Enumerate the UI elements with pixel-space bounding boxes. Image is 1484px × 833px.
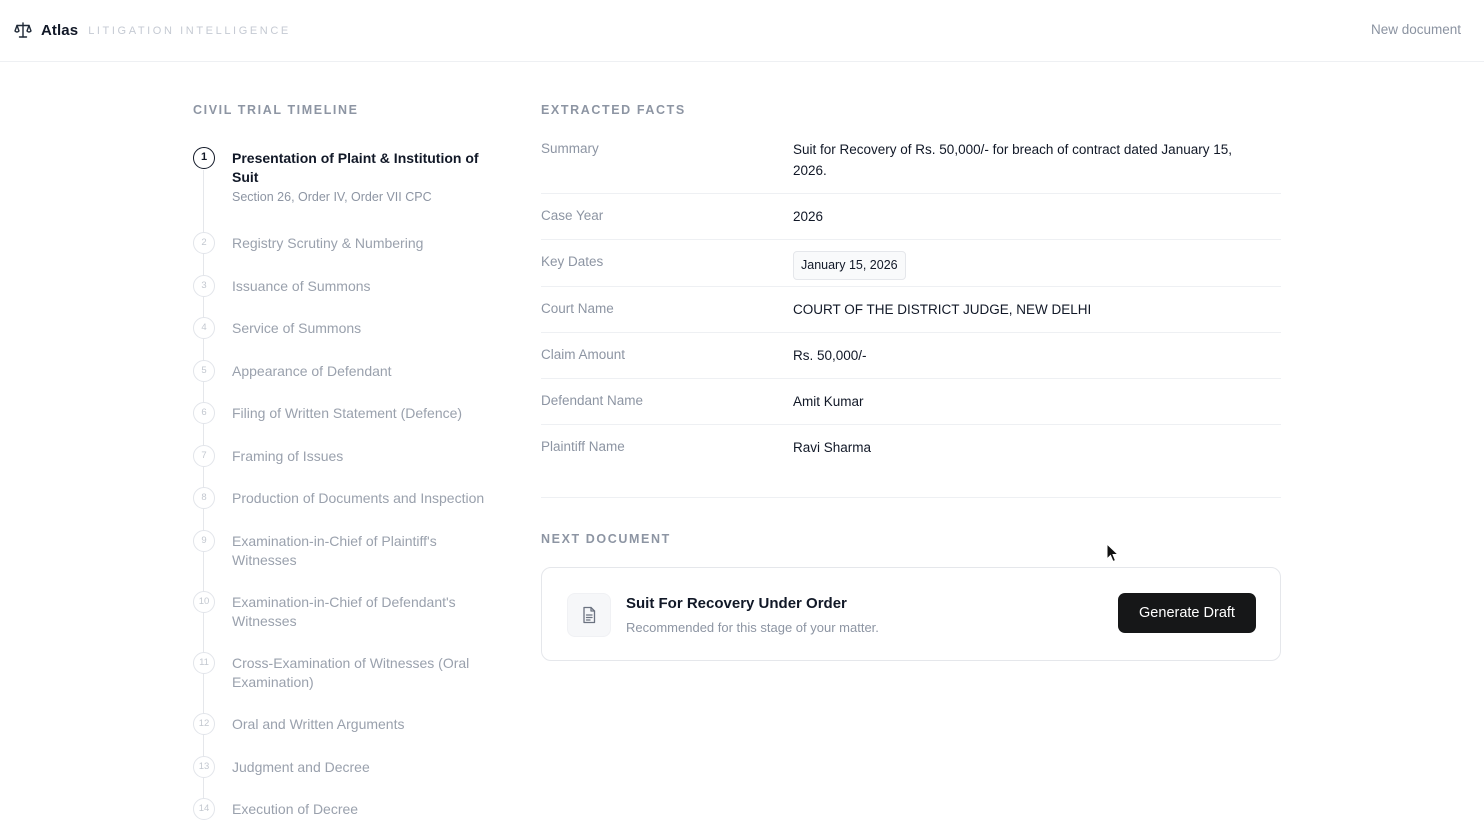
step-number: 2: [193, 232, 215, 254]
fact-value: Rs. 50,000/-: [793, 348, 867, 363]
fact-row-plaintiff-name: Plaintiff Name Ravi Sharma: [541, 425, 1281, 471]
step-number: 14: [193, 798, 215, 820]
step-number: 11: [193, 652, 215, 674]
step-label: Cross-Examination of Witnesses (Oral Exa…: [232, 655, 470, 690]
fact-key: Defendant Name: [541, 393, 644, 408]
step-label: Filing of Written Statement (Defence): [232, 405, 463, 421]
brand[interactable]: Atlas LITIGATION INTELLIGENCE: [14, 21, 291, 39]
timeline-step-8[interactable]: 8 Production of Documents and Inspection: [193, 487, 513, 509]
step-number: 3: [193, 275, 215, 297]
fact-value: COURT OF THE DISTRICT JUDGE, NEW DELHI: [793, 302, 1092, 317]
fact-value: Suit for Recovery of Rs. 50,000/- for br…: [793, 142, 1232, 178]
step-number: 1: [193, 147, 215, 169]
fact-row-court-name: Court Name COURT OF THE DISTRICT JUDGE, …: [541, 287, 1281, 333]
timeline-step-12[interactable]: 12 Oral and Written Arguments: [193, 713, 513, 735]
fact-key: Plaintiff Name: [541, 439, 625, 454]
timeline-step-10[interactable]: 10 Examination-in-Chief of Defendant's W…: [193, 591, 513, 631]
step-label: Presentation of Plaint & Institution of …: [232, 150, 479, 185]
timeline-step-5[interactable]: 5 Appearance of Defendant: [193, 360, 513, 382]
step-number: 5: [193, 360, 215, 382]
fact-key: Key Dates: [541, 254, 604, 269]
step-label: Framing of Issues: [232, 448, 344, 464]
timeline-step-4[interactable]: 4 Service of Summons: [193, 317, 513, 339]
app-tagline: LITIGATION INTELLIGENCE: [88, 25, 291, 37]
timeline-title: CIVIL TRIAL TIMELINE: [193, 103, 359, 117]
timeline-step-11[interactable]: 11 Cross-Examination of Witnesses (Oral …: [193, 652, 513, 692]
next-document-name: Suit For Recovery Under Order: [626, 595, 847, 612]
step-number: 13: [193, 756, 215, 778]
step-label: Service of Summons: [232, 320, 362, 336]
timeline-step-1[interactable]: 1 Presentation of Plaint & Institution o…: [193, 147, 513, 207]
step-number: 7: [193, 445, 215, 467]
fact-value: 2026: [793, 209, 824, 224]
cursor-icon: [1106, 542, 1120, 563]
document-icon: [567, 593, 611, 637]
step-number: 9: [193, 530, 215, 552]
step-label: Judgment and Decree: [232, 759, 370, 775]
timeline-step-2[interactable]: 2 Registry Scrutiny & Numbering: [193, 232, 513, 254]
app-name: Atlas: [41, 21, 79, 39]
step-label: Examination-in-Chief of Defendant's Witn…: [232, 594, 456, 629]
timeline-step-14[interactable]: 14 Execution of Decree: [193, 798, 513, 820]
next-document-card: Suit For Recovery Under Order Recommende…: [541, 567, 1281, 661]
generate-draft-button[interactable]: Generate Draft: [1118, 593, 1256, 633]
fact-row-summary: Summary Suit for Recovery of Rs. 50,000/…: [541, 139, 1281, 194]
facts-divider: [541, 497, 1281, 498]
fact-row-case-year: Case Year 2026: [541, 194, 1281, 240]
step-label: Registry Scrutiny & Numbering: [232, 235, 424, 251]
date-chip: January 15, 2026: [793, 251, 906, 280]
step-subtitle: Section 26, Order IV, Order VII CPC: [232, 190, 432, 204]
fact-key: Court Name: [541, 301, 614, 316]
step-label: Execution of Decree: [232, 801, 359, 817]
timeline-step-7[interactable]: 7 Framing of Issues: [193, 445, 513, 467]
fact-row-defendant-name: Defendant Name Amit Kumar: [541, 379, 1281, 425]
timeline-step-13[interactable]: 13 Judgment and Decree: [193, 756, 513, 778]
fact-value: Ravi Sharma: [793, 440, 872, 455]
fact-key: Summary: [541, 141, 599, 156]
step-number: 8: [193, 487, 215, 509]
step-label: Production of Documents and Inspection: [232, 490, 485, 506]
fact-key: Claim Amount: [541, 347, 626, 362]
next-document-title: NEXT DOCUMENT: [541, 532, 671, 546]
step-label: Oral and Written Arguments: [232, 716, 405, 732]
scale-icon: [14, 21, 32, 39]
step-number: 4: [193, 317, 215, 339]
fact-value: January 15, 2026: [793, 251, 1263, 280]
fact-row-key-dates: Key Dates January 15, 2026: [541, 240, 1281, 287]
new-document-link[interactable]: New document: [1371, 22, 1461, 37]
step-number: 6: [193, 402, 215, 424]
next-document-description: Recommended for this stage of your matte…: [626, 620, 879, 635]
step-number: 10: [193, 591, 215, 613]
facts-title: EXTRACTED FACTS: [541, 103, 686, 117]
top-bar: Atlas LITIGATION INTELLIGENCE New docume…: [0, 0, 1484, 62]
timeline-step-9[interactable]: 9 Examination-in-Chief of Plaintiff's Wi…: [193, 530, 513, 570]
fact-row-claim-amount: Claim Amount Rs. 50,000/-: [541, 333, 1281, 379]
fact-value: Amit Kumar: [793, 394, 864, 409]
timeline-step-6[interactable]: 6 Filing of Written Statement (Defence): [193, 402, 513, 424]
step-label: Examination-in-Chief of Plaintiff's Witn…: [232, 533, 437, 568]
step-label: Appearance of Defendant: [232, 363, 392, 379]
timeline-step-3[interactable]: 3 Issuance of Summons: [193, 275, 513, 297]
step-number: 12: [193, 713, 215, 735]
step-label: Issuance of Summons: [232, 278, 371, 294]
fact-key: Case Year: [541, 208, 604, 223]
